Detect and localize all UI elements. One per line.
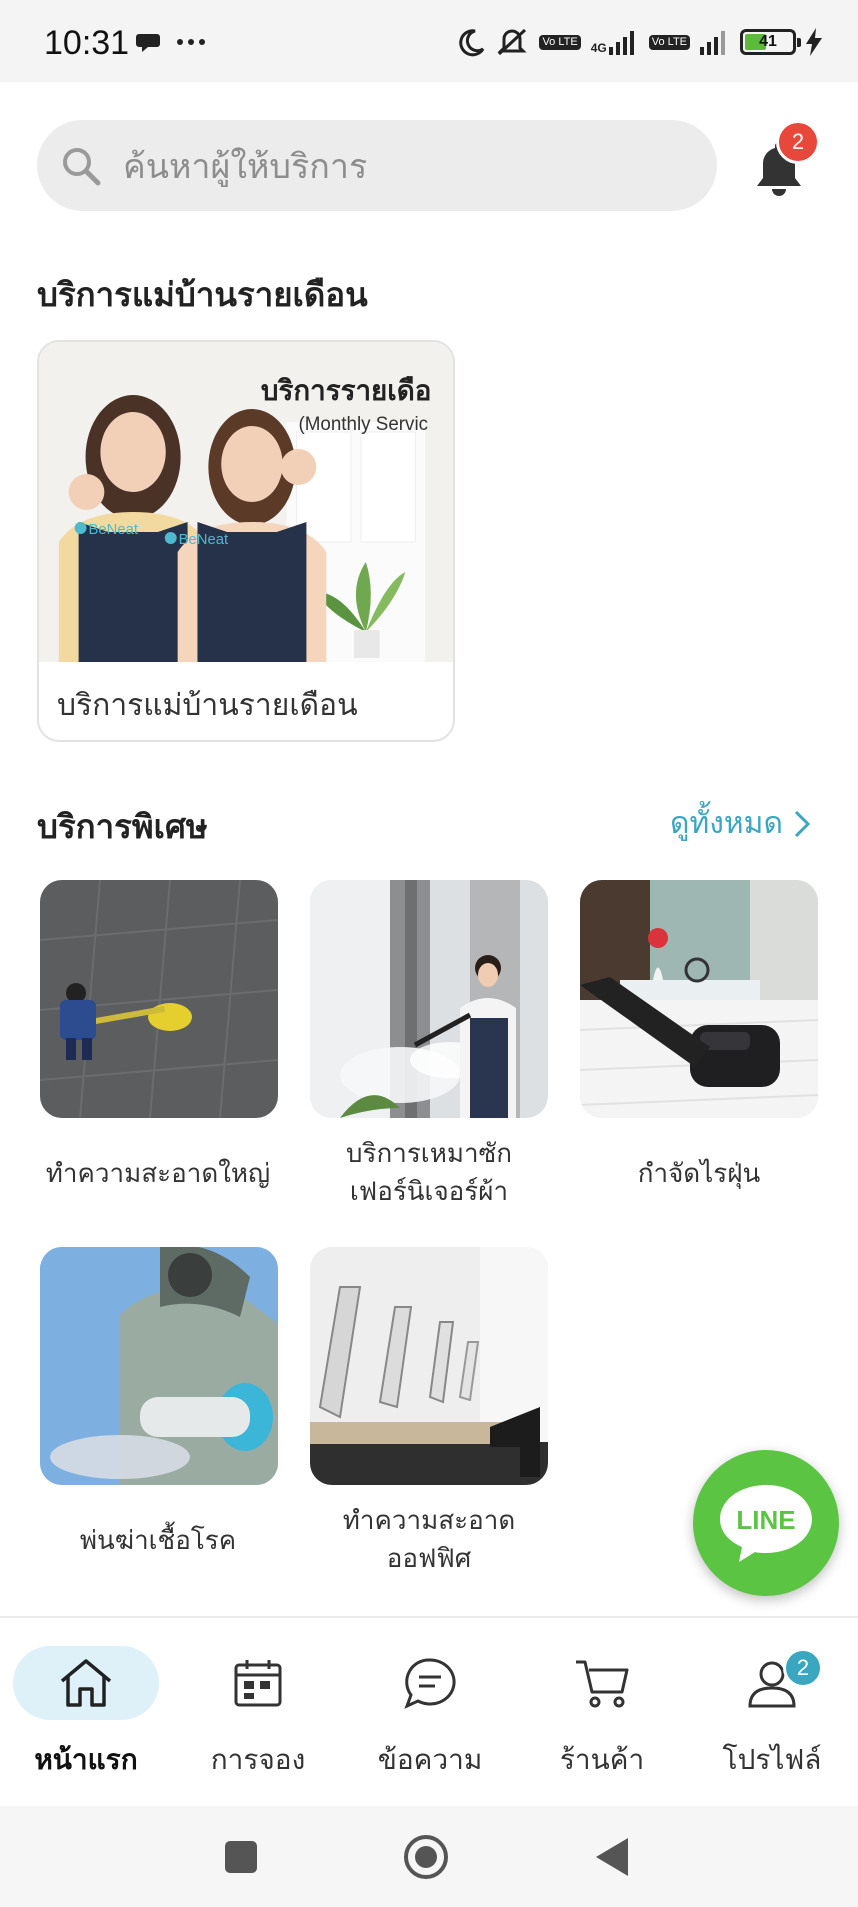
notification-badge: 2 bbox=[776, 120, 820, 164]
battery-level: 41 bbox=[759, 33, 777, 50]
banner-title: บริการรายเดือ bbox=[261, 374, 432, 407]
logo-beneat-2: BeNeat bbox=[179, 531, 229, 548]
line-logo-icon: LINE bbox=[720, 1485, 812, 1562]
moon-icon bbox=[459, 29, 485, 57]
monthly-section-title: บริการแม่บ้านรายเดือน bbox=[37, 275, 368, 314]
nav-home[interactable]: หน้าแรก bbox=[0, 1618, 172, 1788]
nav-messages-label: ข้อความ bbox=[377, 1743, 483, 1776]
signal-icon-2 bbox=[700, 31, 725, 55]
nav-shop[interactable]: ร้านค้า bbox=[516, 1618, 688, 1788]
charging-bolt-icon bbox=[806, 28, 822, 56]
monthly-service-image: BeNeat BeNeat บริการรายเดือ (Monthly Ser… bbox=[39, 342, 453, 662]
system-navigation-bar bbox=[0, 1806, 858, 1907]
service-tile-office-cleaning[interactable] bbox=[310, 1247, 548, 1485]
nav-profile[interactable]: 2 โปรไฟล์ bbox=[686, 1618, 858, 1788]
network-type: 4G bbox=[590, 41, 607, 55]
service-label-office-cleaning: ทำความสะอาด ออฟฟิศ bbox=[342, 1506, 516, 1574]
line-logo-text: LINE bbox=[736, 1505, 795, 1535]
search-placeholder: ค้นหาผู้ให้บริการ bbox=[123, 146, 368, 187]
message-bubble-icon bbox=[136, 34, 160, 52]
service-label-disinfection: พ่นฆ่าเชื้อโรค bbox=[79, 1526, 237, 1556]
monthly-service-card[interactable]: BeNeat BeNeat บริการรายเดือ (Monthly Ser… bbox=[37, 340, 455, 742]
more-dots-icon bbox=[177, 39, 205, 45]
line-chat-button[interactable]: LINE bbox=[693, 1450, 839, 1596]
service-tile-disinfection[interactable] bbox=[40, 1247, 278, 1485]
service-label-deep-cleaning: ทำความสะอาดใหญ่ bbox=[45, 1159, 271, 1189]
signal-icon-1: 4G bbox=[591, 29, 639, 55]
nav-shop-label: ร้านค้า bbox=[559, 1743, 645, 1776]
status-time: 10:31 bbox=[44, 24, 130, 62]
service-label-furniture-wash: บริการเหมาซัก เฟอร์นิเจอร์ผ้า bbox=[346, 1139, 512, 1207]
service-label-dust-mite-removal: กำจัดไรฝุ่น bbox=[637, 1159, 761, 1189]
search-icon bbox=[63, 147, 101, 185]
cart-icon bbox=[576, 1660, 629, 1708]
nav-messages[interactable]: ข้อความ bbox=[344, 1618, 516, 1788]
search-input[interactable]: ค้นหาผู้ให้บริการ bbox=[37, 120, 717, 211]
home-icon bbox=[60, 1659, 112, 1707]
chat-icon bbox=[404, 1658, 456, 1709]
banner-subtitle: (Monthly Servic bbox=[298, 414, 428, 435]
service-tile-furniture-wash[interactable] bbox=[310, 880, 548, 1118]
see-all-label: ดูทั้งหมด bbox=[670, 806, 783, 841]
volte-badge-1: Vo LTE bbox=[539, 34, 581, 50]
back-button[interactable] bbox=[594, 1836, 630, 1878]
volte-badge-2: Vo LTE bbox=[648, 34, 690, 50]
special-section-title: บริการพิเศษ bbox=[37, 807, 208, 846]
recent-apps-button[interactable] bbox=[224, 1840, 258, 1874]
chevron-right-icon bbox=[794, 810, 811, 837]
service-tile-dust-mite-removal[interactable] bbox=[580, 880, 818, 1118]
service-tile-deep-cleaning[interactable] bbox=[40, 880, 278, 1118]
nav-home-label: หน้าแรก bbox=[34, 1743, 138, 1776]
nav-booking[interactable]: การจอง bbox=[172, 1618, 344, 1788]
home-button[interactable] bbox=[403, 1834, 449, 1880]
nav-profile-label: โปรไฟล์ bbox=[722, 1743, 822, 1776]
see-all-link[interactable]: ดูทั้งหมด bbox=[670, 800, 811, 847]
mute-bell-icon bbox=[497, 28, 528, 56]
calendar-icon bbox=[234, 1660, 282, 1707]
monthly-card-label: บริการแม่บ้านรายเดือน bbox=[57, 688, 358, 723]
nav-booking-label: การจอง bbox=[210, 1743, 306, 1776]
bottom-navigation: หน้าแรก การจอง ข้อความ ร้านค้า 2 โปรไฟล์ bbox=[0, 1616, 858, 1806]
profile-badge: 2 bbox=[783, 1648, 823, 1688]
logo-beneat-1: BeNeat bbox=[89, 521, 139, 538]
battery-icon: 41 bbox=[740, 29, 801, 55]
status-bar: 10:31 Vo LTE 4G Vo LTE 41 bbox=[0, 0, 858, 82]
